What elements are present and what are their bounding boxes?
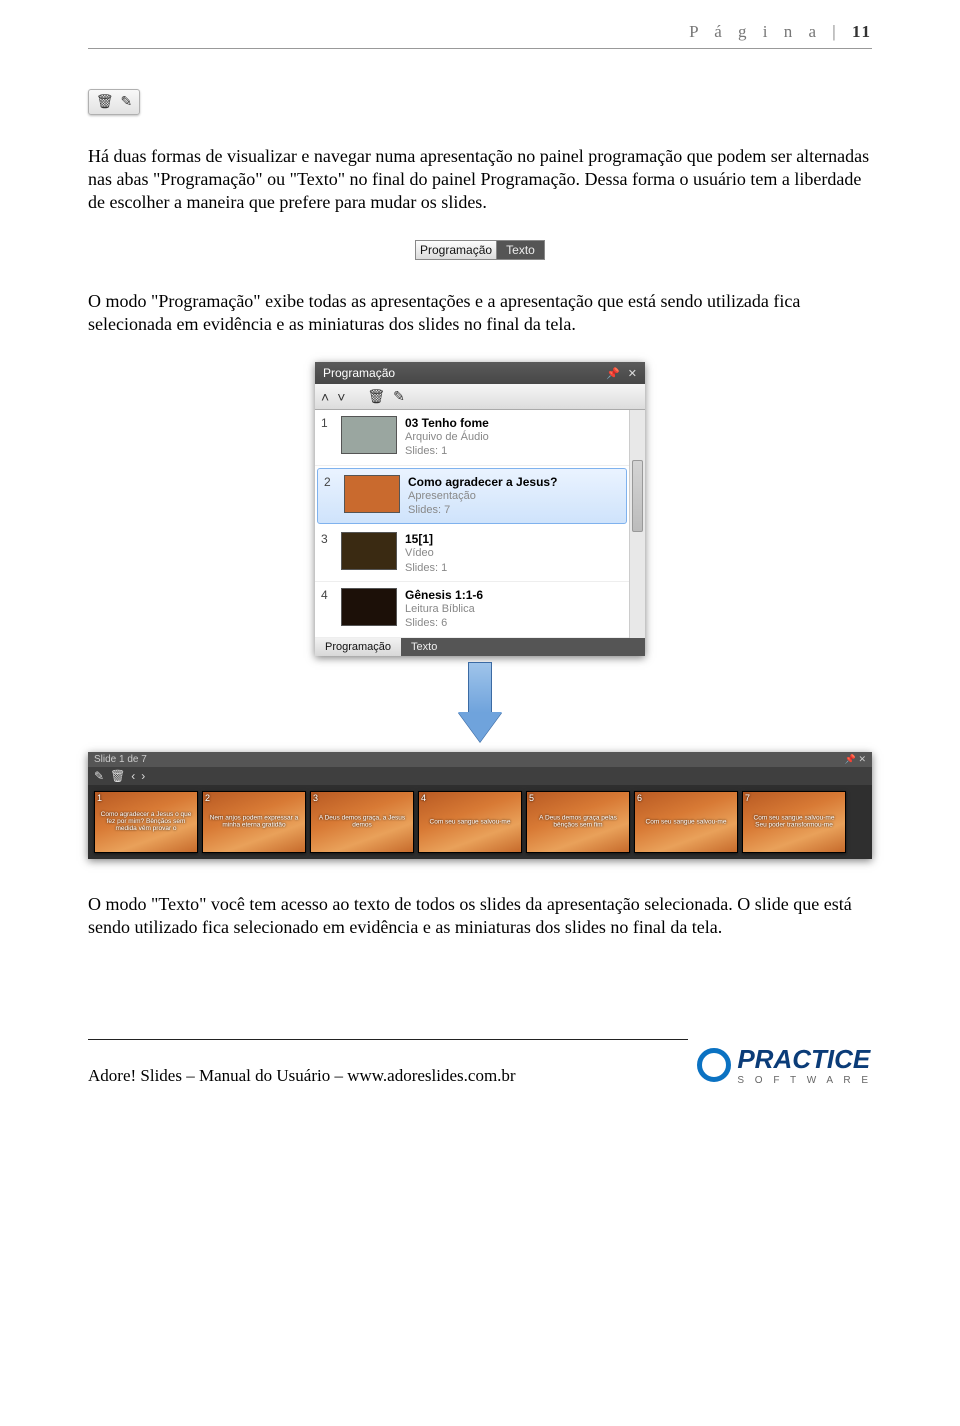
item-meta: 15[1]VídeoSlides: 1 (405, 532, 625, 575)
slide-thumb[interactable]: 5 A Deus demos graça pelas bênçãos sem fi… (526, 791, 630, 853)
item-index: 1 (321, 416, 333, 459)
slide-number: 5 (529, 793, 534, 803)
practice-logo: PRACTICE S O F T W A R E (697, 1044, 872, 1086)
slide-thumb[interactable]: 1 Como agradecer a Jesus o que fez por mi… (94, 791, 198, 853)
strip-header: Slide 1 de 7 📌 ✕ (88, 752, 872, 767)
slide-thumb[interactable]: 3 A Deus demos graça, a Jesus demos (310, 791, 414, 853)
item-type: Arquivo de Áudio (405, 430, 625, 444)
item-title: 03 Tenho fome (405, 416, 625, 430)
page-div: | (822, 22, 852, 41)
paragraph-1: Há duas formas de visualizar e navegar n… (88, 145, 872, 214)
slide-thumb[interactable]: 6 Com seu sangue salvou-me (634, 791, 738, 853)
item-index: 2 (324, 475, 336, 518)
slide-number: 4 (421, 793, 426, 803)
scrollbar[interactable] (629, 410, 645, 637)
item-type: Leitura Bíblica (405, 602, 625, 616)
up-icon[interactable]: ˄ (321, 389, 329, 405)
footer-text: Adore! Slides – Manual do Usuário – www.… (88, 1066, 516, 1086)
item-index: 4 (321, 588, 333, 631)
item-count: Slides: 1 (405, 444, 625, 458)
slide-thumb[interactable]: 4 Com seu sangue salvou-me (418, 791, 522, 853)
page-number: 11 (852, 22, 872, 41)
slide-text: Com seu sangue salvou-me Seu poder trans… (747, 814, 841, 829)
down-icon[interactable]: ˅ (337, 389, 345, 405)
item-count: Slides: 1 (405, 561, 625, 575)
tab-texto[interactable]: Texto (401, 638, 447, 656)
footer-rule (88, 1039, 688, 1040)
page-label: P á g i n a (689, 22, 822, 41)
slide-text: Nem anjos podem expressar a minha eterna… (207, 814, 301, 829)
trash-icon[interactable]: 🗑 (110, 769, 125, 783)
close-icon[interactable]: ✕ (628, 367, 637, 380)
tab-pair-image: Programação Texto (415, 240, 545, 260)
list-item[interactable]: 2 Como agradecer a Jesus?ApresentaçãoSlid… (317, 468, 627, 525)
trash-icon[interactable]: 🗑 (367, 388, 385, 405)
panel-title-text: Programação (323, 366, 395, 380)
icon-pair: 🗑 ✎ (88, 89, 140, 115)
tab-programacao-mini[interactable]: Programação (416, 241, 497, 259)
item-title: 15[1] (405, 532, 625, 546)
slide-number: 3 (313, 793, 318, 803)
prev-icon[interactable]: ‹ (131, 769, 135, 783)
paragraph-2: O modo "Programação" exibe todas as apre… (88, 290, 872, 336)
pin-icon[interactable]: 📌 (844, 754, 855, 764)
slide-text: Com seu sangue salvou-me (639, 818, 733, 825)
item-thumb (341, 416, 397, 454)
item-count: Slides: 6 (405, 616, 625, 630)
list-item[interactable]: 4 Gênesis 1:1-6Leitura BíblicaSlides: 6 (315, 582, 629, 638)
gear-icon (697, 1048, 731, 1082)
panel-bottom-tabs: Programação Texto (315, 638, 645, 656)
tab-programacao[interactable]: Programação (315, 638, 401, 656)
slide-number: 1 (97, 793, 102, 803)
pin-icon[interactable]: 📌 (606, 367, 620, 380)
panel-toolbar: ˄ ˅ 🗑 ✎ (315, 384, 645, 410)
item-thumb (341, 588, 397, 626)
slide-number: 2 (205, 793, 210, 803)
arrow-down-icon (458, 662, 502, 742)
list-item[interactable]: 3 15[1]VídeoSlides: 1 (315, 526, 629, 582)
slide-thumb[interactable]: 2 Nem anjos podem expressar a minha etern… (202, 791, 306, 853)
header-rule (88, 48, 872, 49)
slide-text: Como agradecer a Jesus o que fez por mim… (99, 810, 193, 832)
slide-number: 6 (637, 793, 642, 803)
edit-icon[interactable]: ✎ (94, 769, 104, 783)
panel-body: 103 Tenho fomeArquivo de ÁudioSlides: 12… (315, 410, 645, 637)
edit-icon[interactable]: ✎ (393, 388, 405, 405)
slide-text: A Deus demos graça pelas bênçãos sem fim (531, 814, 625, 829)
close-icon[interactable]: ✕ (858, 754, 866, 764)
edit-icon[interactable]: ✎ (120, 94, 132, 111)
item-title: Gênesis 1:1-6 (405, 588, 625, 602)
item-thumb (341, 532, 397, 570)
next-icon[interactable]: › (141, 769, 145, 783)
strip-counter: Slide 1 de 7 (94, 754, 147, 765)
tab-texto-mini[interactable]: Texto (497, 241, 544, 259)
item-thumb (344, 475, 400, 513)
slide-thumb[interactable]: 7 Com seu sangue salvou-me Seu poder tran… (742, 791, 846, 853)
item-meta: Gênesis 1:1-6Leitura BíblicaSlides: 6 (405, 588, 625, 631)
item-meta: Como agradecer a Jesus?ApresentaçãoSlide… (408, 475, 622, 518)
item-title: Como agradecer a Jesus? (408, 475, 622, 489)
logo-main: PRACTICE (737, 1044, 870, 1074)
slide-text: Com seu sangue salvou-me (423, 818, 517, 825)
item-type: Apresentação (408, 489, 622, 503)
page-footer: Adore! Slides – Manual do Usuário – www.… (88, 1044, 872, 1086)
item-index: 3 (321, 532, 333, 575)
panel-titlebar: Programação 📌 ✕ (315, 362, 645, 384)
item-type: Vídeo (405, 546, 625, 560)
strip-toolbar: ✎ 🗑 ‹ › (88, 767, 872, 785)
paragraph-3: O modo "Texto" você tem acesso ao texto … (88, 893, 872, 939)
list-item[interactable]: 1 03 Tenho fomeArquivo de ÁudioSlides: 1 (315, 410, 629, 466)
item-meta: 03 Tenho fomeArquivo de ÁudioSlides: 1 (405, 416, 625, 459)
slide-strip: Slide 1 de 7 📌 ✕ ✎ 🗑 ‹ › 1 Como agradecer… (88, 752, 872, 859)
item-count: Slides: 7 (408, 503, 622, 517)
trash-icon[interactable]: 🗑 (96, 94, 114, 111)
slide-text: A Deus demos graça, a Jesus demos (315, 814, 409, 829)
slide-number: 7 (745, 793, 750, 803)
programacao-panel: Programação 📌 ✕ ˄ ˅ 🗑 ✎ 1 03 Tenho fomeAr… (315, 362, 645, 655)
page-header: P á g i n a | 11 (88, 0, 872, 48)
logo-sub: S O F T W A R E (737, 1075, 872, 1086)
